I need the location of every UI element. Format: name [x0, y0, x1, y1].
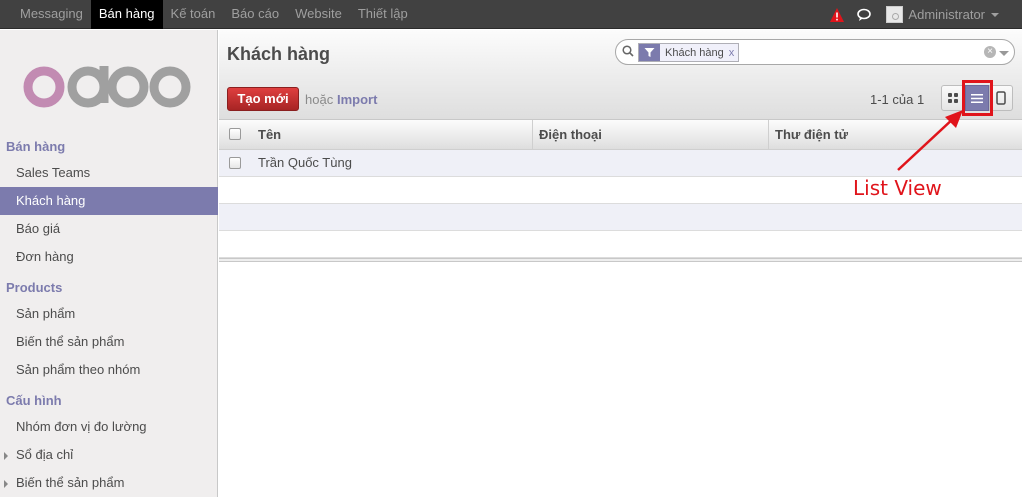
sidebar-item-quotations[interactable]: Báo giá	[0, 215, 218, 243]
user-area: Administrator	[829, 0, 1022, 29]
sidebar-item-products[interactable]: Sản phẩm	[0, 300, 218, 328]
form-view-button[interactable]	[989, 85, 1013, 111]
sidebar-menu: Bán hàng Sales Teams Khách hàng Báo giá …	[0, 136, 218, 497]
or-label: hoặc	[305, 92, 334, 107]
search-facet[interactable]: Khách hàng x	[638, 43, 740, 62]
topnav-accounting[interactable]: Kế toán	[163, 0, 224, 29]
control-panel: Khách hàng Khách hàng x × Tạo mới hoặc I…	[219, 30, 1022, 120]
sidebar-section-products: Products	[6, 280, 63, 295]
table-footer	[219, 258, 1022, 262]
table-row-empty	[219, 204, 1022, 231]
import-link[interactable]: Import	[337, 92, 377, 107]
column-header-name[interactable]: Tên	[258, 120, 281, 150]
sidebar-section-configuration: Cấu hình	[6, 393, 62, 408]
sidebar-item-address-book[interactable]: Sổ địa chỉ	[0, 441, 218, 469]
top-navbar: Messaging Bán hàng Kế toán Báo cáo Websi…	[0, 0, 1022, 29]
topnav-reporting[interactable]: Báo cáo	[223, 0, 287, 29]
chevron-down-icon[interactable]	[991, 12, 999, 17]
sidebar: Bán hàng Sales Teams Khách hàng Báo giá …	[0, 30, 218, 497]
sidebar-item-sales-teams[interactable]: Sales Teams	[0, 159, 218, 187]
search-options-dropdown-icon[interactable]	[999, 51, 1009, 56]
table-row-empty	[219, 231, 1022, 258]
expand-icon[interactable]	[4, 480, 8, 488]
sidebar-section-sales: Bán hàng	[6, 139, 66, 154]
chat-icon[interactable]	[857, 8, 872, 22]
column-header-email[interactable]: Thư điện tử	[768, 120, 1022, 150]
topnav-messaging[interactable]: Messaging	[12, 0, 91, 29]
kanban-view-button[interactable]	[941, 85, 965, 111]
search-facet-label: Khách hàng	[665, 46, 724, 59]
topnav-sales[interactable]: Bán hàng	[90, 0, 163, 29]
sidebar-item-sales-orders[interactable]: Đơn hàng	[0, 243, 218, 271]
expand-icon[interactable]	[4, 452, 8, 460]
sidebar-item-label: Biến thể sản phẩm	[16, 475, 125, 490]
clear-search-icon[interactable]: ×	[984, 46, 996, 58]
odoo-logo	[23, 66, 191, 108]
sidebar-item-products-by-category[interactable]: Sản phẩm theo nhóm	[0, 356, 218, 384]
page-title: Khách hàng	[227, 44, 331, 64]
kanban-icon	[948, 93, 958, 103]
user-name[interactable]: Administrator	[908, 7, 985, 22]
pager: 1-1 của 1	[870, 92, 925, 107]
topnav-settings[interactable]: Thiết lập	[350, 0, 416, 29]
sidebar-item-customers[interactable]: Khách hàng	[0, 187, 218, 215]
topnav-website[interactable]: Website	[287, 0, 350, 29]
column-header-phone[interactable]: Điện thoại	[532, 120, 769, 150]
annotation-label: List View	[853, 176, 942, 200]
app-menu: Messaging Bán hàng Kế toán Báo cáo Websi…	[12, 0, 416, 29]
row-checkbox[interactable]	[229, 157, 241, 169]
avatar[interactable]	[886, 6, 904, 23]
list-icon	[971, 93, 983, 103]
create-button[interactable]: Tạo mới	[227, 87, 299, 111]
filter-icon	[639, 44, 660, 61]
sidebar-item-uom-categories[interactable]: Nhóm đơn vị đo lường	[0, 413, 218, 441]
search-icon	[622, 45, 634, 57]
warning-icon[interactable]	[829, 7, 845, 23]
search-bar[interactable]: Khách hàng x ×	[615, 39, 1015, 65]
list-view-button[interactable]	[965, 85, 989, 111]
cell-name[interactable]: Trần Quốc Tùng	[258, 150, 352, 175]
select-all-checkbox[interactable]	[229, 128, 241, 140]
table-row[interactable]: Trần Quốc Tùng	[219, 150, 1022, 177]
sidebar-item-variant-config[interactable]: Biến thể sản phẩm	[0, 469, 218, 497]
table-header: Tên Điện thoại Thư điện tử	[219, 120, 1022, 150]
sidebar-item-label: Sổ địa chỉ	[16, 447, 74, 462]
facet-remove-icon[interactable]: x	[729, 47, 735, 59]
sidebar-item-product-variants[interactable]: Biến thể sản phẩm	[0, 328, 218, 356]
form-icon	[996, 91, 1006, 105]
